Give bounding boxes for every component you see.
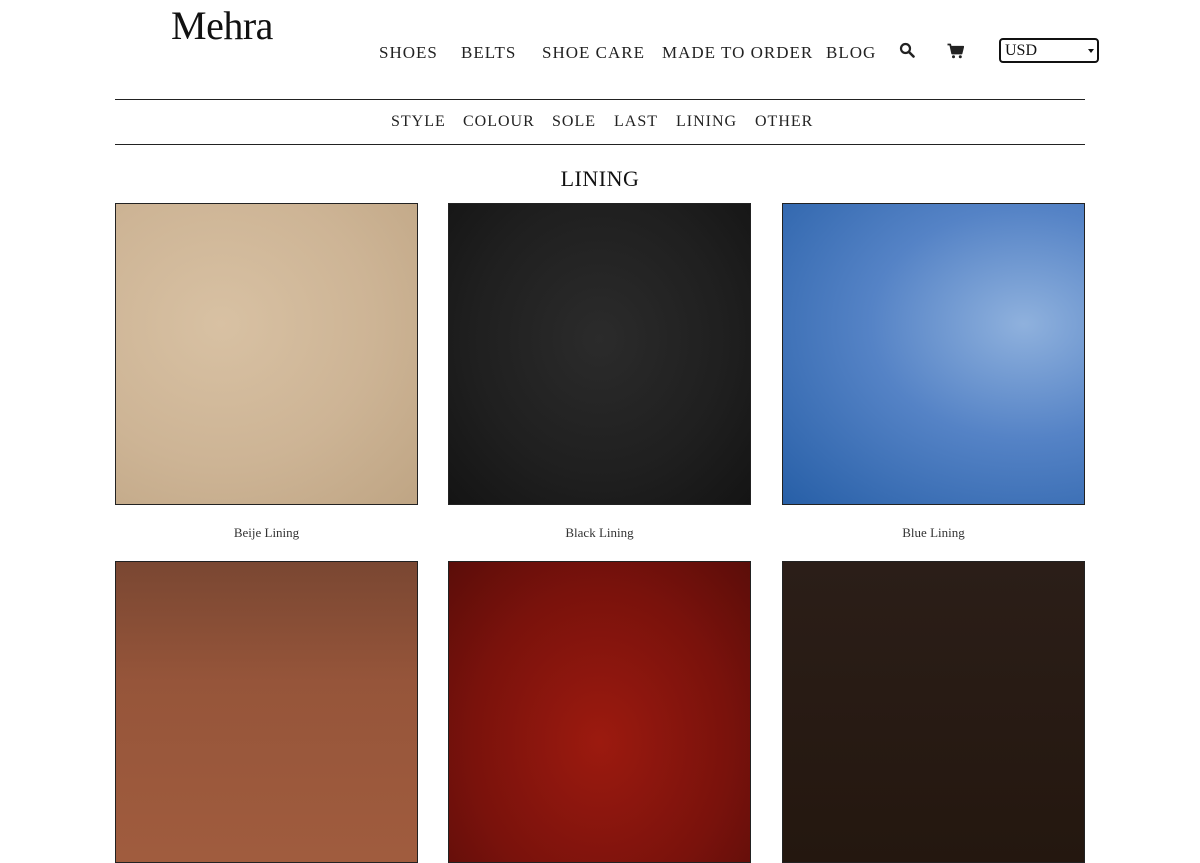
- nav-item-shoes[interactable]: SHOES: [379, 43, 438, 63]
- product-name[interactable]: Beije Lining: [115, 525, 418, 541]
- product-card[interactable]: [115, 561, 418, 863]
- sub-nav-last[interactable]: LAST: [614, 113, 658, 131]
- product-image[interactable]: [115, 203, 418, 505]
- product-name[interactable]: Blue Lining: [782, 525, 1085, 541]
- search-icon[interactable]: [899, 42, 915, 58]
- divider-bottom: [115, 144, 1085, 145]
- product-image[interactable]: [115, 561, 418, 863]
- nav-item-shoe-care[interactable]: SHOE CARE: [542, 43, 645, 63]
- sub-nav-colour[interactable]: COLOUR: [463, 113, 535, 131]
- chevron-down-icon: [1088, 49, 1094, 53]
- sub-nav: STYLE COLOUR SOLE LAST LINING OTHER: [0, 100, 1200, 144]
- product-image[interactable]: [448, 561, 751, 863]
- sub-nav-lining[interactable]: LINING: [676, 113, 737, 131]
- main-nav: SHOES BELTS SHOE CARE MADE TO ORDER BLOG…: [0, 0, 1200, 100]
- product-card[interactable]: Beije Lining: [115, 203, 418, 540]
- sub-nav-sole[interactable]: SOLE: [552, 113, 596, 131]
- currency-value: USD: [1005, 42, 1038, 59]
- product-name[interactable]: Black Lining: [448, 525, 751, 541]
- product-image[interactable]: [448, 203, 751, 505]
- currency-select[interactable]: USD: [999, 38, 1099, 63]
- nav-item-blog[interactable]: BLOG: [826, 43, 876, 63]
- sub-nav-style[interactable]: STYLE: [391, 113, 446, 131]
- nav-item-belts[interactable]: BELTS: [461, 43, 516, 63]
- product-image[interactable]: [782, 561, 1085, 863]
- page-title: LINING: [560, 166, 640, 191]
- product-card[interactable]: [448, 561, 751, 863]
- product-image[interactable]: [782, 203, 1085, 505]
- cart-icon[interactable]: [947, 43, 964, 59]
- sub-nav-other[interactable]: OTHER: [755, 113, 813, 131]
- nav-item-made-to-order[interactable]: MADE TO ORDER: [662, 43, 813, 63]
- product-card[interactable]: Blue Lining: [782, 203, 1085, 540]
- product-card[interactable]: Black Lining: [448, 203, 751, 540]
- product-card[interactable]: [782, 561, 1085, 863]
